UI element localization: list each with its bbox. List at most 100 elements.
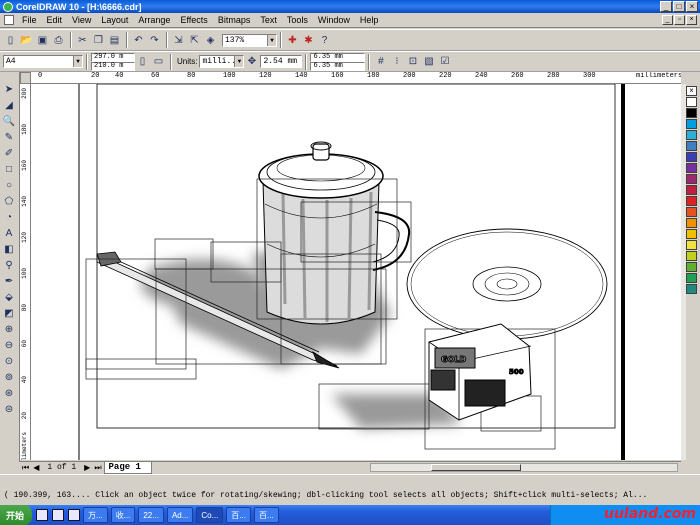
document-icon[interactable] bbox=[4, 15, 14, 25]
close-button[interactable]: × bbox=[686, 1, 698, 12]
menu-edit[interactable]: Edit bbox=[42, 15, 68, 25]
palette-swatch[interactable] bbox=[686, 262, 697, 272]
palette-swatch[interactable] bbox=[686, 174, 697, 184]
doc-restore-button[interactable]: ▫ bbox=[674, 15, 685, 25]
zoom-all-icon[interactable]: ⊚ bbox=[1, 370, 17, 385]
corel-online-icon[interactable]: ◈ bbox=[203, 33, 218, 48]
vertical-ruler[interactable]: 200 180 160 140 120 100 80 60 40 20 mill… bbox=[20, 84, 31, 460]
snap-to-guidelines-icon[interactable]: ⁝ bbox=[389, 54, 404, 69]
zoom-selected-icon[interactable]: ⊙ bbox=[1, 354, 17, 369]
last-page-icon[interactable]: ⏭ bbox=[92, 463, 103, 473]
shape-tool-icon[interactable]: ◢ bbox=[1, 98, 17, 113]
treat-as-filled-icon[interactable]: ▧ bbox=[421, 54, 436, 69]
units-select[interactable]: milli... ▼ bbox=[199, 55, 245, 68]
palette-swatch[interactable] bbox=[686, 108, 697, 118]
menu-view[interactable]: View bbox=[67, 15, 96, 25]
palette-swatch[interactable] bbox=[686, 141, 697, 151]
palette-swatch[interactable] bbox=[686, 119, 697, 129]
menu-window[interactable]: Window bbox=[313, 15, 355, 25]
page-tab[interactable]: Page 1 bbox=[103, 461, 152, 474]
maximize-button[interactable]: □ bbox=[673, 1, 685, 12]
cut-icon[interactable]: ✂ bbox=[75, 33, 90, 48]
snap-to-objects-icon[interactable]: ⊡ bbox=[405, 54, 420, 69]
palette-swatch[interactable] bbox=[686, 130, 697, 140]
palette-swatch[interactable] bbox=[686, 207, 697, 217]
taskbar-item[interactable]: 收... bbox=[110, 507, 136, 523]
palette-swatch[interactable] bbox=[686, 218, 697, 228]
pick-tool-icon[interactable]: ➤ bbox=[1, 82, 17, 97]
menu-effects[interactable]: Effects bbox=[175, 15, 212, 25]
taskbar-item[interactable]: Ad... bbox=[166, 507, 194, 523]
text-tool-icon[interactable]: A bbox=[1, 226, 17, 241]
start-button[interactable]: 开始 bbox=[0, 505, 33, 525]
import-icon[interactable]: ⇲ bbox=[171, 33, 186, 48]
interactive-fill-icon[interactable]: ◩ bbox=[1, 306, 17, 321]
palette-swatch[interactable] bbox=[686, 97, 697, 107]
zoom-in-icon[interactable]: ⊕ bbox=[1, 322, 17, 337]
taskbar-item-coreldraw[interactable]: Co... bbox=[196, 507, 224, 523]
palette-swatch[interactable] bbox=[686, 152, 697, 162]
first-page-icon[interactable]: ⏮ bbox=[20, 463, 31, 473]
menu-bitmaps[interactable]: Bitmaps bbox=[213, 15, 256, 25]
palette-swatch[interactable] bbox=[686, 196, 697, 206]
palette-swatch[interactable] bbox=[686, 240, 697, 250]
chevron-down-icon[interactable]: ▼ bbox=[234, 56, 244, 67]
zoom-tool-icon[interactable]: 🔍 bbox=[1, 114, 17, 129]
print-icon[interactable]: ⎙ bbox=[51, 33, 66, 48]
copy-icon[interactable]: ❐ bbox=[91, 33, 106, 48]
zoom-level-select[interactable]: 137% ▼ bbox=[222, 33, 277, 47]
menu-layout[interactable]: Layout bbox=[96, 15, 133, 25]
new-icon[interactable]: ▯ bbox=[3, 33, 18, 48]
horizontal-scroll-thumb[interactable] bbox=[431, 464, 521, 471]
nudge-offset-field[interactable]: 2.54 mm bbox=[260, 55, 303, 68]
doc-minimize-button[interactable]: _ bbox=[662, 15, 673, 25]
freehand-tool-icon[interactable]: ✎ bbox=[1, 130, 17, 145]
artistic-media-icon[interactable]: ✐ bbox=[1, 146, 17, 161]
interactive-blend-icon[interactable]: ◧ bbox=[1, 242, 17, 257]
portrait-icon[interactable]: ▯ bbox=[135, 54, 150, 69]
palette-no-color[interactable]: × bbox=[686, 86, 697, 96]
taskbar-item[interactable]: 22... bbox=[138, 507, 164, 523]
duplicate-x-field[interactable]: 6.35 mm bbox=[310, 52, 366, 62]
ellipse-tool-icon[interactable]: ○ bbox=[1, 178, 17, 193]
export-icon[interactable]: ⇱ bbox=[187, 33, 202, 48]
snap-to-grid-icon[interactable]: # bbox=[373, 54, 388, 69]
palette-swatch[interactable] bbox=[686, 229, 697, 239]
page-width-field[interactable]: 297.0 m bbox=[91, 52, 135, 62]
zoom-out-icon[interactable]: ⊖ bbox=[1, 338, 17, 353]
taskbar-item[interactable]: 万... bbox=[83, 507, 108, 523]
horizontal-scrollbar[interactable] bbox=[370, 463, 678, 472]
redo-icon[interactable]: ↷ bbox=[147, 33, 162, 48]
quicklaunch-icon[interactable] bbox=[52, 509, 65, 521]
outline-tool-icon[interactable]: ✒ bbox=[1, 274, 17, 289]
menu-arrange[interactable]: Arrange bbox=[133, 15, 175, 25]
taskbar-item[interactable]: 百... bbox=[226, 507, 251, 523]
chevron-down-icon[interactable]: ▼ bbox=[73, 56, 82, 67]
polygon-tool-icon[interactable]: ⬠ bbox=[1, 194, 17, 209]
paste-icon[interactable]: ▤ bbox=[107, 33, 122, 48]
prev-page-icon[interactable]: ◀ bbox=[31, 463, 41, 472]
quicklaunch-icon[interactable] bbox=[68, 509, 81, 521]
page-height-field[interactable]: 210.0 m bbox=[91, 61, 135, 71]
menu-file[interactable]: File bbox=[17, 15, 42, 25]
menu-text[interactable]: Text bbox=[255, 15, 282, 25]
help-icon[interactable]: ? bbox=[317, 33, 332, 48]
ruler-origin[interactable] bbox=[20, 72, 31, 84]
drawing-canvas[interactable]: GOLD 500 bbox=[31, 84, 681, 460]
zoom-width-icon[interactable]: ⊜ bbox=[1, 402, 17, 417]
doc-close-button[interactable]: × bbox=[686, 15, 697, 25]
palette-swatch[interactable] bbox=[686, 185, 697, 195]
application-launcher-icon[interactable]: ✚ bbox=[285, 33, 300, 48]
palette-swatch[interactable] bbox=[686, 284, 697, 294]
page-size-select[interactable]: A4 ▼ bbox=[3, 55, 83, 68]
whats-this-icon[interactable]: ✱ bbox=[301, 33, 316, 48]
zoom-page-icon[interactable]: ⊛ bbox=[1, 386, 17, 401]
taskbar-item[interactable]: 百... bbox=[253, 507, 279, 523]
menu-help[interactable]: Help bbox=[355, 15, 384, 25]
rectangle-tool-icon[interactable]: □ bbox=[1, 162, 17, 177]
save-icon[interactable]: ▣ bbox=[35, 33, 50, 48]
undo-icon[interactable]: ↶ bbox=[131, 33, 146, 48]
quicklaunch-icon[interactable] bbox=[36, 509, 49, 521]
chevron-down-icon[interactable]: ▼ bbox=[267, 34, 276, 46]
palette-swatch[interactable] bbox=[686, 273, 697, 283]
